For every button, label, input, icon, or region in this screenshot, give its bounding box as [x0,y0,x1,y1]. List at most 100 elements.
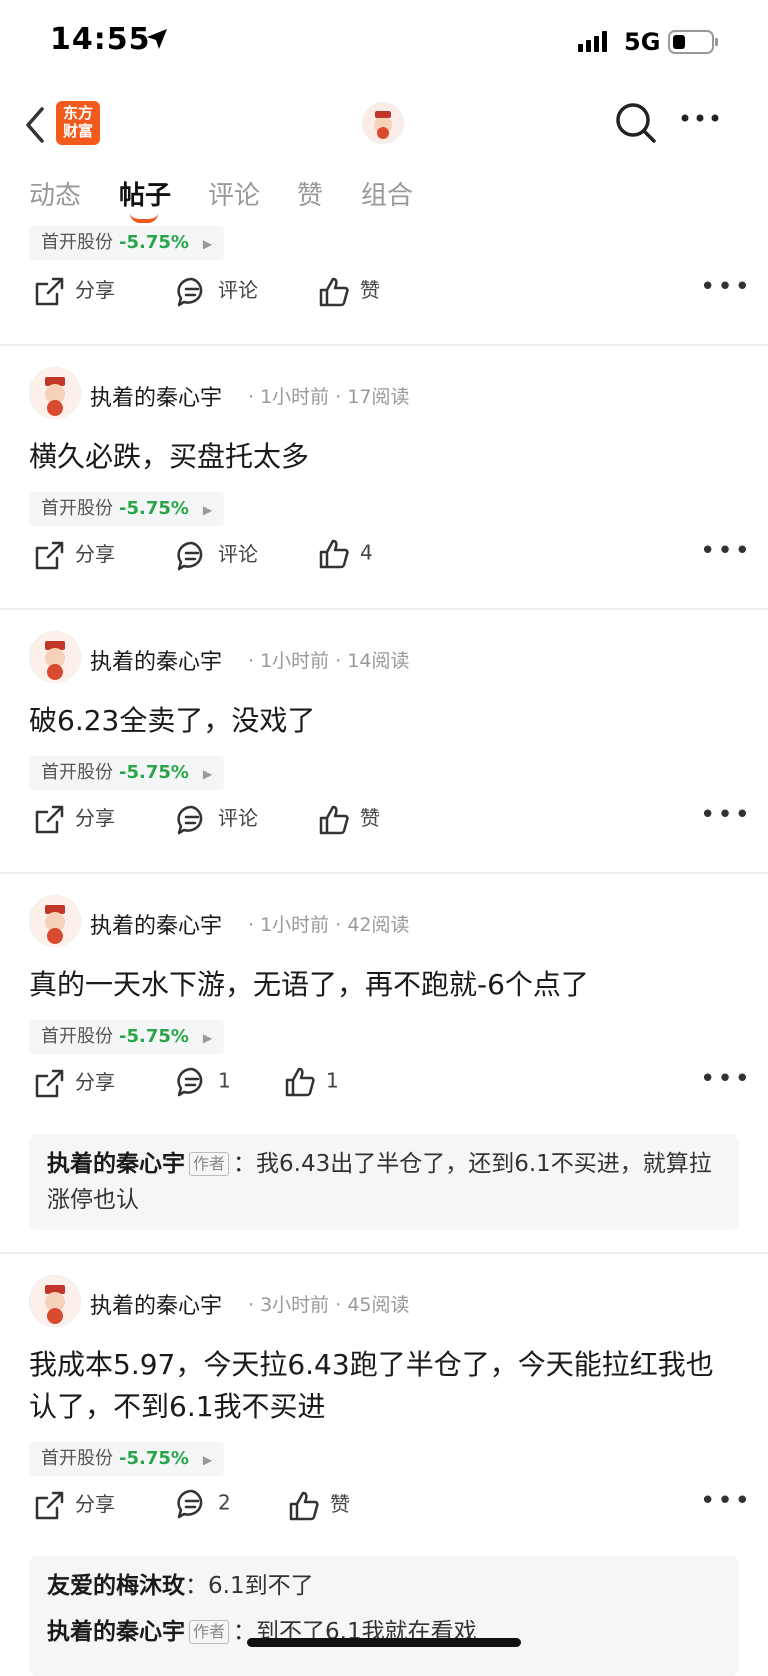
reply-author[interactable]: 执着的秦心宇 [47,1619,185,1645]
author-name[interactable]: 执着的秦心宇 [90,1288,222,1320]
divider [0,872,768,874]
stock-name: 首开股份 [41,1026,113,1047]
stock-change: -5.75% [119,232,189,253]
tab-posts[interactable]: 帖子 [119,175,171,212]
tab-portfolio[interactable]: 组合 [361,175,413,212]
post-meta: · 1小时前 · 14阅读 [248,650,410,672]
post-time: 3小时前 [260,1294,330,1316]
divider [0,608,768,610]
comment-icon [177,1067,203,1097]
stock-tag[interactable]: 首开股份 -5.75% ▶ [29,492,225,526]
reply-preview[interactable]: 执着的秦心宇 作者 ：我6.43出了半仓了，还到6.1不买进，就算拉涨停也认 [29,1134,739,1230]
author-tag: 作者 [189,1152,230,1176]
comment-button[interactable]: 评论 [176,538,258,572]
stock-tag[interactable]: 首开股份 -5.75% ▶ [29,226,225,260]
stock-tag[interactable]: 首开股份 -5.75% ▶ [29,1020,225,1054]
post-more-icon[interactable]: ••• [700,1064,752,1094]
battery-icon [668,30,718,54]
reply-author[interactable]: 友爱的梅沐玫 [47,1573,185,1599]
post-reads: 42阅读 [347,914,410,936]
tab-likes[interactable]: 赞 [297,175,323,212]
stock-name: 首开股份 [41,762,113,783]
author-tag: 作者 [189,1620,230,1644]
comment-label: 评论 [218,278,258,302]
more-icon[interactable] [680,113,720,123]
post-content[interactable]: 真的一天水下游，无语了，再不跑就-6个点了 [29,964,729,1006]
reply-author[interactable]: 执着的秦心宇 [47,1151,185,1177]
share-button[interactable]: 分享 [33,1066,115,1100]
post-content[interactable]: 横久必跌，买盘托太多 [29,436,729,478]
like-label: 4 [360,540,373,565]
author-avatar[interactable] [29,895,81,947]
comment-count: 1 [218,1068,231,1093]
post-time: 1小时前 [260,386,330,408]
share-button[interactable]: 分享 [33,538,115,572]
post-time: 1小时前 [260,914,330,936]
thumbs-up-icon [289,1491,319,1520]
back-icon[interactable] [22,105,46,145]
profile-avatar[interactable] [362,102,404,144]
post-reads: 45阅读 [347,1294,410,1316]
share-button[interactable]: 分享 [33,802,115,836]
tab-dynamic[interactable]: 动态 [29,175,81,212]
home-indicator[interactable] [247,1638,521,1647]
reply-preview[interactable]: 友爱的梅沐玫：6.1到不了 执着的秦心宇 作者 ：到不了6.1我就在看戏 [29,1556,739,1676]
share-icon [35,541,64,569]
stock-tag[interactable]: 首开股份 -5.75% ▶ [29,756,225,790]
comment-button[interactable]: 2 [176,1488,231,1520]
like-button[interactable]: 1 [284,1066,339,1098]
share-label: 分享 [75,542,115,566]
tab-comments[interactable]: 评论 [208,175,260,212]
author-name[interactable]: 执着的秦心宇 [90,908,222,940]
post-content[interactable]: 我成本5.97，今天拉6.43跑了半仓了，今天能拉红我也认了，不到6.1我不买进 [29,1344,729,1428]
like-label: 赞 [360,278,380,302]
stock-name: 首开股份 [41,498,113,519]
reply-text: 6.1到不了 [208,1573,314,1599]
arrow-right-icon: ▶ [202,1453,213,1467]
post-more-icon[interactable]: ••• [700,800,752,830]
stock-change: -5.75% [119,1448,189,1469]
divider [0,1252,768,1254]
stock-name: 首开股份 [41,232,113,253]
share-label: 分享 [75,1492,115,1516]
comment-button[interactable]: 1 [176,1066,231,1098]
comment-button[interactable]: 评论 [176,274,258,308]
thumbs-up-icon [319,539,349,569]
post-more-icon[interactable]: ••• [700,536,752,566]
share-button[interactable]: 分享 [33,1488,115,1522]
status-time: 14:55 [50,22,151,57]
share-icon [35,805,64,833]
author-avatar[interactable] [29,1275,81,1327]
app-logo[interactable]: 东方 财富 [56,101,100,145]
share-icon [35,277,64,305]
like-button[interactable]: 4 [318,538,373,570]
author-avatar[interactable] [29,367,81,419]
thumbs-up-icon [285,1067,315,1097]
like-button[interactable]: 赞 [318,802,380,836]
network-type: 5G [624,28,661,56]
post-more-icon[interactable]: ••• [700,1486,752,1516]
post-more-icon[interactable]: ••• [700,272,752,302]
post-content[interactable]: 破6.23全卖了，没戏了 [29,700,729,742]
author-name[interactable]: 执着的秦心宇 [90,644,222,676]
comment-button[interactable]: 评论 [176,802,258,836]
stock-change: -5.75% [119,762,189,783]
location-arrow-icon [147,29,167,49]
post-meta: · 3小时前 · 45阅读 [248,1294,410,1316]
thumbs-up-icon [319,277,349,306]
search-icon[interactable] [614,101,658,145]
profile-tabs: 动态 帖子 评论 赞 组合 [0,175,768,225]
stock-name: 首开股份 [41,1448,113,1469]
like-button[interactable]: 赞 [288,1488,350,1522]
signal-icon [578,31,607,52]
share-button[interactable]: 分享 [33,274,115,308]
comment-icon [177,1489,203,1519]
author-name[interactable]: 执着的秦心宇 [90,380,222,412]
reply-line: 友爱的梅沐玫：6.1到不了 [47,1573,314,1599]
post-time: 1小时前 [260,650,330,672]
comment-count: 2 [218,1490,231,1515]
like-button[interactable]: 赞 [318,274,380,308]
author-avatar[interactable] [29,631,81,683]
stock-tag[interactable]: 首开股份 -5.75% ▶ [29,1442,225,1476]
comment-icon [177,277,203,306]
